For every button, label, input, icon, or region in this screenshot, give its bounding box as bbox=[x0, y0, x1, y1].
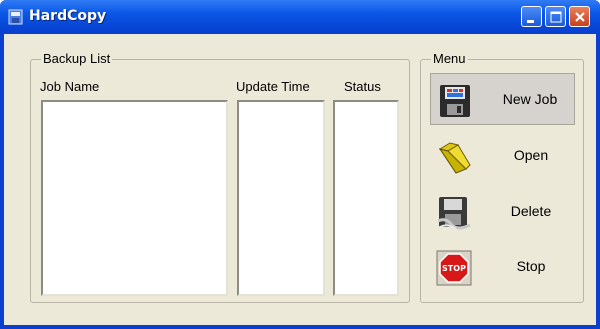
open-button[interactable]: Open bbox=[430, 130, 575, 182]
title-bar[interactable]: HardCopy bbox=[0, 0, 600, 34]
column-header-job-name: Job Name bbox=[40, 79, 100, 94]
menu-title: Menu bbox=[431, 51, 468, 66]
minimize-button[interactable] bbox=[521, 6, 542, 27]
stop-button[interactable]: STOP Stop bbox=[430, 241, 575, 293]
update-time-list[interactable] bbox=[237, 100, 325, 296]
folder-icon bbox=[436, 139, 472, 175]
column-header-update-time: Update Time bbox=[236, 79, 310, 94]
app-icon bbox=[8, 9, 23, 25]
status-list[interactable] bbox=[333, 100, 399, 296]
stop-sign-icon: STOP bbox=[436, 250, 472, 286]
svg-text:STOP: STOP bbox=[442, 264, 466, 273]
maximize-icon bbox=[550, 11, 562, 23]
maximize-button[interactable] bbox=[545, 6, 566, 27]
backup-list-group: Backup List Job Name Update Time Status bbox=[30, 51, 410, 303]
column-header-status: Status bbox=[344, 79, 381, 94]
delete-button[interactable]: Delete bbox=[430, 186, 575, 238]
close-icon bbox=[575, 12, 585, 22]
stop-label: Stop bbox=[516, 258, 546, 274]
floppy-disk-icon bbox=[437, 83, 473, 119]
close-button[interactable] bbox=[569, 6, 590, 27]
open-label: Open bbox=[513, 147, 549, 163]
delete-disk-icon bbox=[436, 195, 472, 231]
delete-label: Delete bbox=[510, 203, 552, 219]
app-window: HardCopy Backup List Job Name Update Tim… bbox=[0, 0, 600, 329]
new-job-button[interactable]: New Job bbox=[430, 73, 575, 125]
minimize-icon bbox=[527, 20, 534, 23]
new-job-label: New Job bbox=[502, 91, 558, 107]
backup-list-title: Backup List bbox=[41, 51, 113, 66]
window-title: HardCopy bbox=[29, 8, 107, 24]
job-name-list[interactable] bbox=[41, 100, 228, 296]
